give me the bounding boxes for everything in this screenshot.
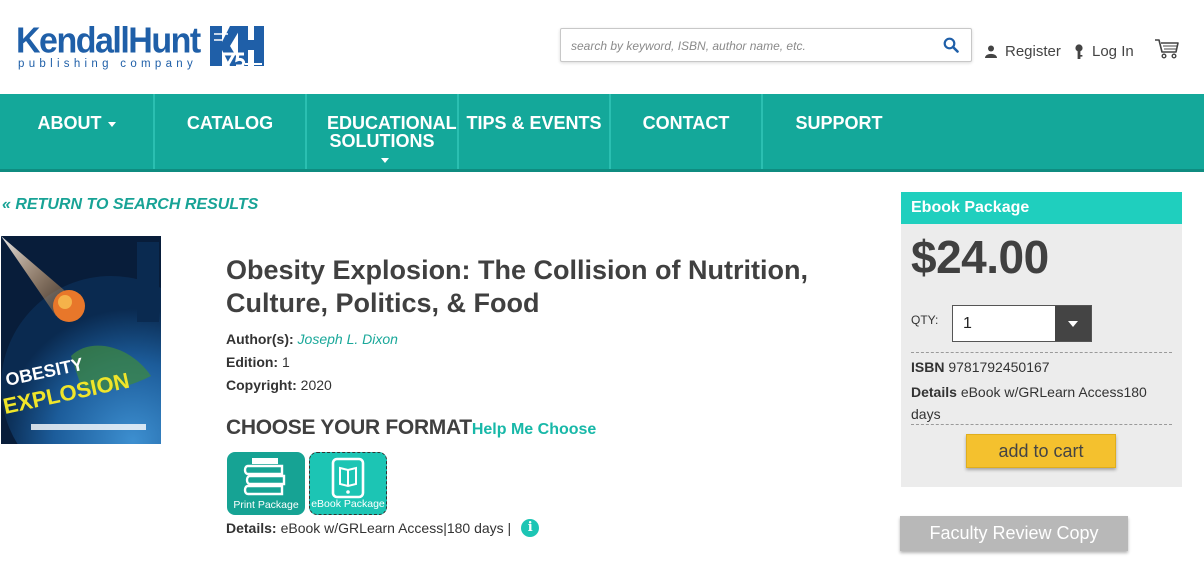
nav-educational-solutions[interactable]: EDUCATIONAL SOLUTIONS [307,94,459,169]
site-header: KendallHunt publishing company Register [0,0,1204,94]
login-link[interactable]: Log In [1074,43,1134,60]
books-stack-icon [243,458,286,496]
choose-format-heading-row: CHOOSE YOUR FORMATHelp Me Choose [226,416,596,440]
register-link[interactable]: Register [985,43,1061,60]
nav-contact-label: CONTACT [642,113,730,133]
nav-support[interactable]: SUPPORT [763,94,915,169]
format-details-row: Details: eBook w/GRLearn Access|180 days… [226,519,540,537]
nav-contact[interactable]: CONTACT [611,94,763,169]
shopping-cart-icon[interactable] [1154,38,1180,60]
format-details-value: eBook w/GRLearn Access|180 days | [280,520,512,536]
divider [911,424,1172,425]
isbn-label: ISBN [911,359,945,375]
quantity-value: 1 [963,315,972,332]
package-details-label: Details [911,384,957,400]
isbn-value: 9781792450167 [948,359,1050,375]
copyright-label: Copyright: [226,377,297,393]
copyright-row: Copyright: 2020 [226,377,332,393]
logo-wordmark: KendallHunt [16,21,201,61]
author-link[interactable]: Joseph L. Dixon [298,331,398,347]
caret-down-icon [381,157,389,163]
nav-about[interactable]: ABOUT [0,94,155,169]
format-ebook-package-button[interactable]: eBook Package [309,452,387,515]
format-print-label: Print Package [233,499,299,511]
format-details-label: Details: [226,520,277,536]
nav-catalog-label: CATALOG [186,113,274,133]
faculty-review-copy-button[interactable]: Faculty Review Copy [900,516,1128,551]
copyright-value: 2020 [300,377,332,393]
book-cover-image: OBESITY EXPLOSION [1,236,161,444]
format-print-package-button[interactable]: Print Package [227,452,305,515]
return-to-search-link[interactable]: « RETURN TO SEARCH RESULTS [2,196,258,214]
edition-value: 1 [282,354,290,370]
caret-down-icon [107,121,116,127]
kendall-hunt-logo[interactable]: KendallHunt publishing company [16,21,266,74]
nav-about-label: ABOUT [37,113,102,133]
main-nav: ABOUT CATALOG EDUCATIONAL SOLUTIONS TIPS… [0,94,1204,172]
author-label: Author(s): [226,331,294,347]
qty-label: QTY: [911,313,939,327]
purchase-box-heading: Ebook Package [901,192,1182,224]
choose-format-heading: CHOOSE YOUR FORMAT [226,416,472,439]
edition-row: Edition: 1 [226,354,290,370]
edition-label: Edition: [226,354,279,370]
divider [911,352,1172,353]
package-details-row: Details eBook w/GRLearn Access180 days [911,381,1166,425]
format-ebook-label: eBook Package [311,498,385,510]
user-icon [985,45,997,58]
nav-tips-events[interactable]: TIPS & EVENTS [459,94,611,169]
tablet-ebook-icon [331,457,365,499]
quantity-select[interactable]: 1 [952,305,1092,342]
purchase-box: Ebook Package $24.00 QTY: 1 ISBN 9781792… [901,192,1182,487]
nav-support-label: SUPPORT [795,113,883,133]
add-to-cart-button[interactable]: add to cart [966,434,1116,468]
nav-catalog[interactable]: CATALOG [155,94,307,169]
nav-educational-solutions-label: EDUCATIONAL SOLUTIONS [327,113,457,151]
help-me-choose-link[interactable]: Help Me Choose [472,421,596,438]
register-label: Register [1005,43,1061,60]
isbn-row: ISBN 9781792450167 [911,359,1050,375]
book-cover-art: OBESITY EXPLOSION [1,236,161,444]
nav-tips-events-label: TIPS & EVENTS [466,113,602,133]
key-icon [1075,43,1083,59]
search-icon[interactable] [943,37,959,53]
search-bar[interactable] [560,28,972,62]
search-input[interactable] [571,35,931,57]
login-label: Log In [1092,43,1134,60]
price: $24.00 [911,231,1049,283]
info-icon[interactable]: i [521,519,540,537]
product-title: Obesity Explosion: The Collision of Nutr… [226,255,809,318]
kh-75-years-logo-icon [210,26,264,68]
chevron-down-icon[interactable] [1055,306,1091,341]
author-row: Author(s): Joseph L. Dixon [226,331,398,347]
logo-subtitle: publishing company [18,58,198,70]
